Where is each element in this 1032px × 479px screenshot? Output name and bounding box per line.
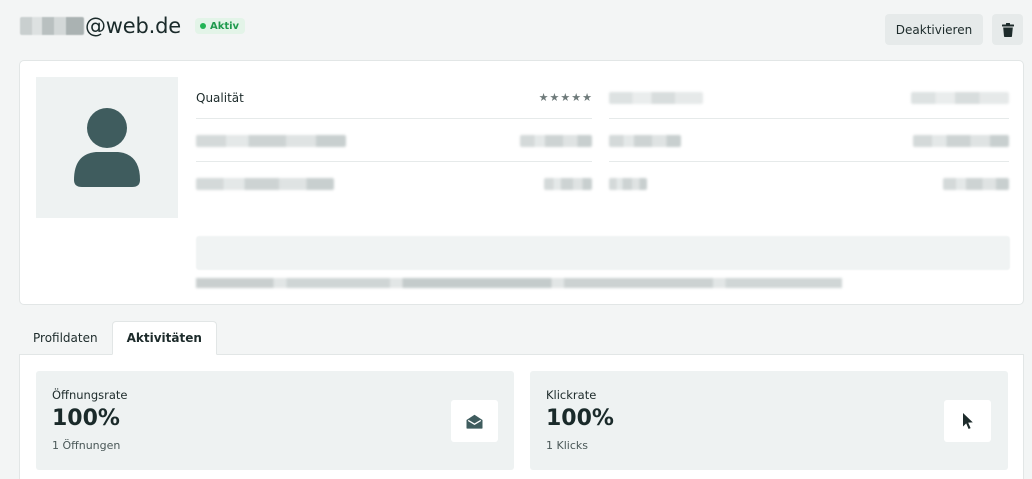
delete-button[interactable] [992, 14, 1023, 45]
status-label: Aktiv [209, 20, 240, 32]
redacted-label [609, 178, 647, 190]
open-rate-card: Öffnungsrate 100% 1 Öffnungen [36, 371, 514, 470]
quality-stars: ★ ★ ★ ★ ★ [539, 92, 592, 103]
click-rate-card: Klickrate 100% 1 Klicks [530, 371, 1008, 470]
redacted-value [911, 91, 1009, 104]
redacted-value [544, 178, 592, 190]
profile-field-row [196, 120, 592, 162]
profile-field-row [609, 77, 1009, 119]
star-icon: ★ [582, 91, 592, 104]
redacted-email-local-part [20, 17, 84, 35]
open-rate-label: Öffnungsrate [52, 388, 128, 402]
redacted-value [943, 178, 1009, 190]
profile-field-row [609, 163, 1009, 205]
star-icon: ★ [538, 91, 549, 104]
star-icon: ★ [560, 91, 571, 104]
click-count: 1 Klicks [546, 439, 588, 452]
tab-bar: Profildaten Aktivitäten [19, 321, 217, 355]
star-icon: ★ [571, 91, 582, 104]
envelope-open-icon [451, 400, 498, 442]
trash-icon [1001, 22, 1014, 37]
redacted-value [913, 134, 1009, 147]
open-count: 1 Öffnungen [52, 439, 121, 452]
redacted-label [196, 134, 346, 147]
activity-panel: Öffnungsrate 100% 1 Öffnungen Klickrate … [19, 354, 1024, 479]
open-rate-value: 100% [52, 406, 120, 431]
status-dot-icon [199, 23, 206, 29]
redacted-label [609, 91, 703, 104]
page-title: @web.de Aktiv [20, 14, 246, 38]
quality-label: Qualität [196, 90, 244, 105]
tab-aktivitaeten[interactable]: Aktivitäten [111, 321, 217, 355]
deactivate-button[interactable]: Deaktivieren [885, 14, 983, 45]
page-header: @web.de Aktiv Deaktivieren [0, 0, 1032, 60]
redacted-label [609, 134, 681, 147]
tab-profildaten[interactable]: Profildaten [19, 321, 112, 355]
notes-field[interactable] [196, 236, 1010, 270]
click-rate-label: Klickrate [546, 388, 597, 402]
avatar [36, 77, 178, 218]
redacted-value [520, 134, 592, 147]
status-badge: Aktiv [194, 18, 246, 34]
redacted-label [196, 178, 334, 190]
profile-field-row [196, 163, 592, 205]
cursor-icon [944, 400, 991, 442]
profile-card: Qualität ★ ★ ★ ★ ★ [19, 60, 1024, 305]
star-icon: ★ [549, 91, 560, 104]
email-domain: @web.de [85, 14, 181, 38]
profile-field-row [609, 120, 1009, 162]
user-icon [74, 107, 140, 187]
redacted-note-text [196, 278, 842, 288]
click-rate-value: 100% [546, 406, 614, 431]
quality-row: Qualität ★ ★ ★ ★ ★ [196, 77, 592, 119]
